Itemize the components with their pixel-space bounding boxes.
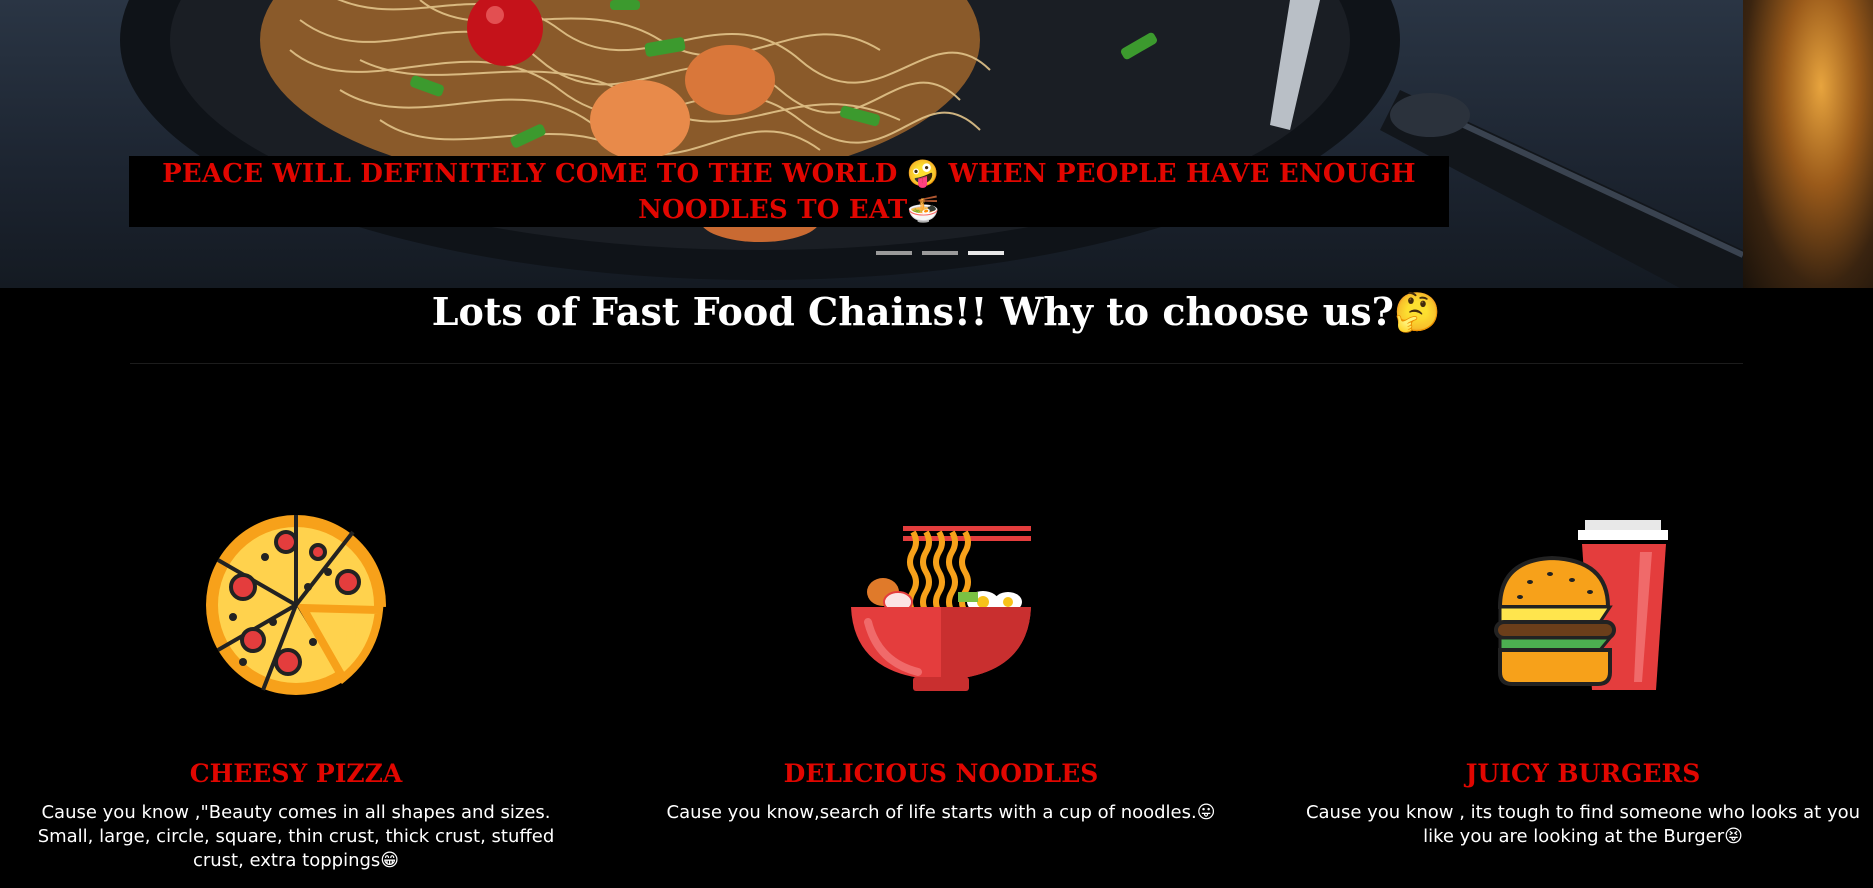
caption-line-1: PEACE WILL DEFINITELY COME TO THE WORLD … (162, 159, 940, 189)
feature-description: Cause you know,search of life starts wit… (666, 802, 1216, 823)
feature-noodles: DELICIOUS NOODLES Cause you know,search … (661, 505, 1221, 825)
feature-title: JUICY BURGERS (1465, 759, 1701, 788)
carousel-slide-image (0, 0, 1743, 288)
carousel-indicators (876, 251, 1004, 255)
feature-description: Cause you know , its tough to find someo… (1305, 802, 1861, 847)
section-divider (130, 363, 1743, 364)
carousel-indicator-3[interactable] (968, 251, 1004, 255)
feature-pizza: CHEESY PIZZA Cause you know ,"Beauty com… (16, 505, 576, 873)
noodle-pan-photo (120, 0, 1743, 288)
carousel-indicator-2[interactable] (922, 251, 958, 255)
feature-description: Cause you know ,"Beauty comes in all sha… (37, 802, 555, 871)
carousel-indicator-1[interactable] (876, 251, 912, 255)
section-heading: Lots of Fast Food Chains!! Why to choose… (431, 289, 1442, 334)
feature-burgers: JUICY BURGERS Cause you know , its tough… (1303, 505, 1863, 849)
feature-title: DELICIOUS NOODLES (783, 759, 1099, 788)
hero-carousel[interactable]: PEACE WILL DEFINITELY COME TO THE WORLD … (0, 0, 1873, 288)
carousel-caption: PEACE WILL DEFINITELY COME TO THE WORLD … (129, 156, 1449, 227)
carousel-next-slide-peek (1743, 0, 1873, 288)
feature-title: CHEESY PIZZA (189, 759, 403, 788)
noodle-bowl-icon (851, 526, 1031, 691)
pizza-icon (206, 515, 389, 695)
burger-icon (1494, 520, 1668, 690)
